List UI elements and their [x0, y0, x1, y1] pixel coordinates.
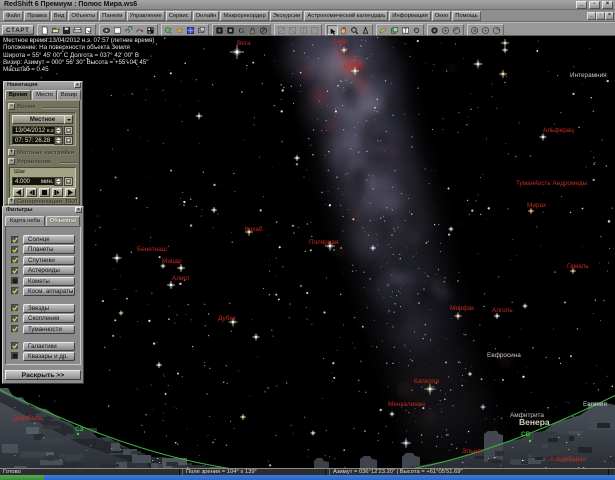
svg-text:G: G — [238, 26, 244, 35]
